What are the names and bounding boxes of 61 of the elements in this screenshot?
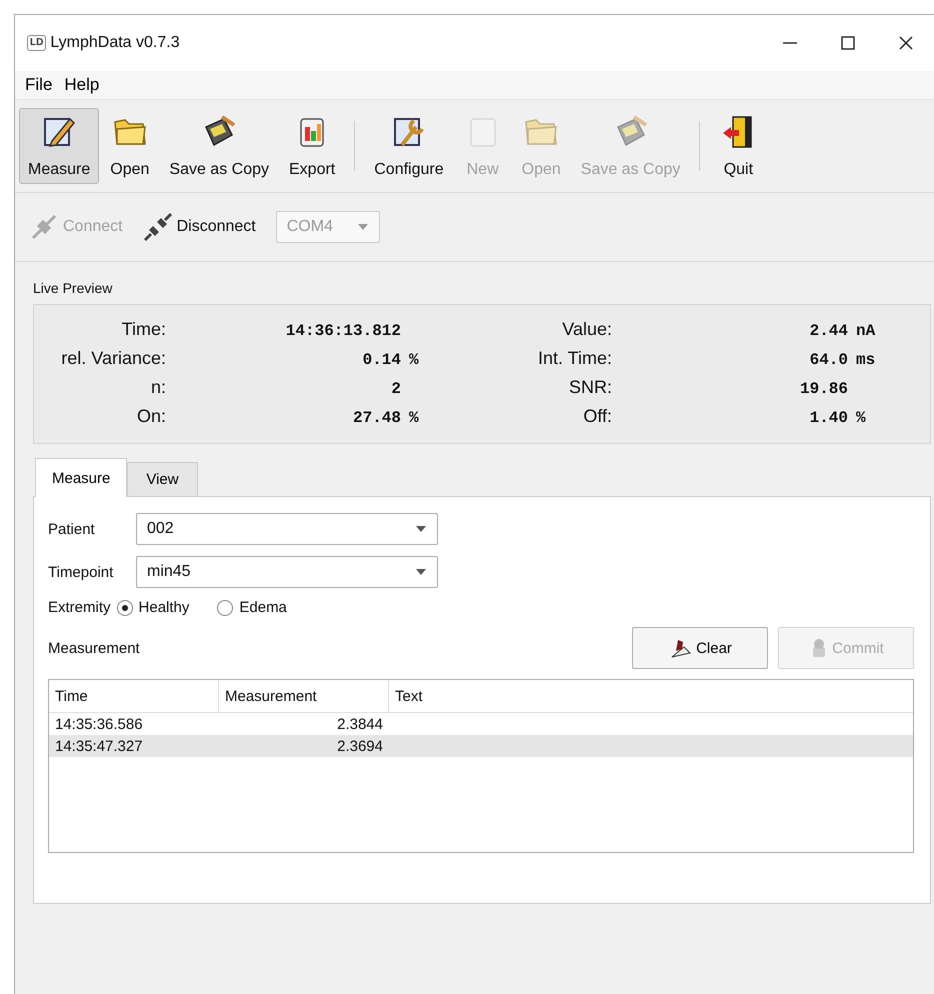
field-value: 0.14 xyxy=(362,351,401,369)
tab[interactable]: Measure xyxy=(35,458,128,497)
close-icon xyxy=(899,36,913,50)
field-label: Time: xyxy=(120,319,166,340)
toolbar-button[interactable]: Export xyxy=(280,108,344,184)
field-label: rel. Variance: xyxy=(60,348,166,369)
field-label: Int. Time: xyxy=(536,348,612,369)
field-label: On: xyxy=(136,406,166,427)
field-label: n: xyxy=(150,377,166,398)
minimize-icon xyxy=(783,42,797,44)
unit-label: ms xyxy=(855,351,876,369)
connect-button[interactable]: Disconnect xyxy=(142,212,256,242)
column-header[interactable]: Time xyxy=(49,680,219,712)
field-value: 1.40 xyxy=(808,409,848,427)
column-header[interactable]: Measurement xyxy=(219,680,389,712)
toolbar-button[interactable]: Quit xyxy=(710,108,766,184)
field-value: 27.48 xyxy=(352,409,401,427)
table-cell-text: 2.3844 xyxy=(336,716,384,732)
toolbar-button[interactable]: Configure xyxy=(365,108,453,184)
menu-item[interactable]: File xyxy=(19,75,58,95)
field-label: Extremity xyxy=(48,599,111,616)
plug-icon xyxy=(29,212,59,242)
section-title: Live Preview xyxy=(33,280,114,296)
toolbar-button[interactable]: Measure xyxy=(19,108,100,184)
unit-label: % xyxy=(408,409,420,427)
field-label: Off: xyxy=(582,406,612,427)
table-cell-text: 14:35:47.327 xyxy=(54,738,144,754)
unit-label: % xyxy=(408,351,420,369)
field-value: 2 xyxy=(390,380,401,398)
plug-icon xyxy=(142,212,173,242)
table-cell-text: 2.3694 xyxy=(336,738,384,754)
window-title: LymphData v0.7.3 xyxy=(50,34,181,52)
section-title: Measurement xyxy=(48,640,141,656)
menu-item[interactable]: Help xyxy=(58,75,106,95)
dropdown[interactable]: min45 xyxy=(136,556,438,588)
radio-button[interactable]: Healthy xyxy=(116,599,190,616)
table-row[interactable]: 14:35:36.586 2.3844 xyxy=(49,713,913,735)
field-value: 14:36:13.812 xyxy=(284,322,401,340)
dropdown-arrow-icon xyxy=(415,568,427,576)
clear-button[interactable]: Clear xyxy=(632,627,768,669)
toolbar-button[interactable]: Save as Copy xyxy=(160,108,278,184)
column-header[interactable]: Text xyxy=(389,680,913,712)
field-value: 2.44 xyxy=(808,322,848,340)
field-value: 19.86 xyxy=(798,380,848,398)
table-cell-text: 14:35:36.586 xyxy=(54,716,144,732)
toolbar-button[interactable]: Open xyxy=(101,108,158,184)
tab[interactable]: View xyxy=(127,462,198,496)
radio-button[interactable]: Edema xyxy=(217,599,287,616)
unit-label: nA xyxy=(855,322,876,340)
table-row[interactable]: 14:35:47.327 2.3694 xyxy=(49,735,913,757)
dropdown-arrow-icon xyxy=(356,223,369,231)
field-label: Timepoint xyxy=(48,564,114,580)
field-label: Patient xyxy=(48,520,96,538)
dropdown[interactable]: 002 xyxy=(136,513,438,545)
dropdown-arrow-icon xyxy=(415,525,427,533)
field-label: SNR: xyxy=(568,377,612,398)
field-label: Value: xyxy=(561,319,612,340)
app-logo: LD xyxy=(27,35,46,51)
unit-label: % xyxy=(855,409,867,427)
maximize-icon xyxy=(841,36,855,50)
field-value: 64.0 xyxy=(808,351,848,369)
